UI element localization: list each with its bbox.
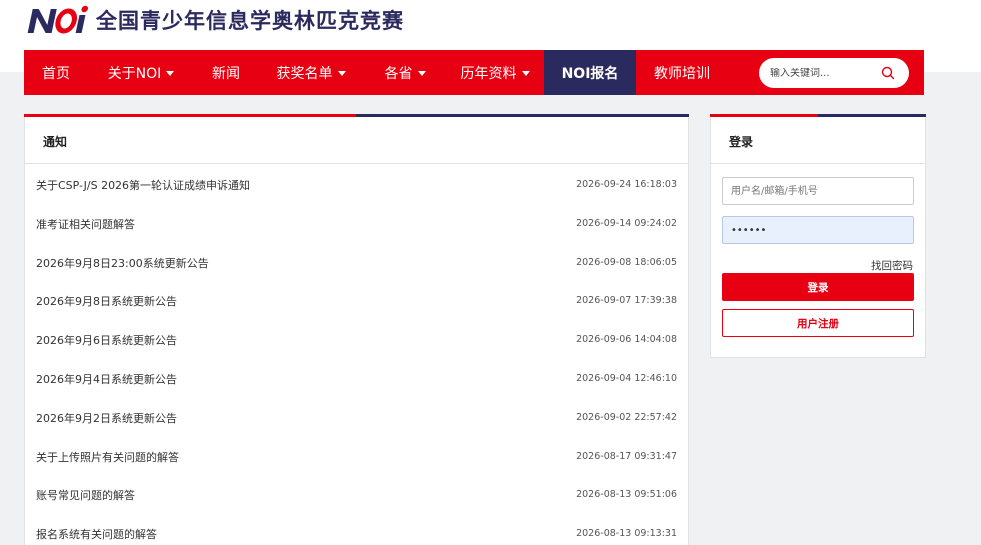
notice-item-date: 2026-09-24 16:18:03 — [576, 179, 677, 190]
nav-label: 新闻 — [212, 65, 240, 82]
notice-item[interactable]: 2026年9月8日23:00系统更新公告 2026-09-08 18:06:05 — [36, 255, 677, 294]
nav-label: 各省 — [384, 65, 413, 82]
nav-label: 关于NOI — [107, 65, 162, 82]
notice-item-title[interactable]: 2026年9月6日系统更新公告 — [36, 332, 177, 348]
notice-item-date: 2026-09-07 17:39:38 — [576, 295, 677, 307]
notice-item[interactable]: 2026年9月2日系统更新公告 2026-09-02 22:57:42 — [36, 410, 677, 449]
login-button[interactable]: 登录 — [722, 273, 914, 301]
main-nav: 首页 关于NOI 新闻 获奖名单 各省 历年资料 NOI报名 教师培训 — [24, 50, 924, 95]
notice-item-date: 2026-08-13 09:51:06 — [576, 489, 677, 501]
nav-item-about[interactable]: 关于NOI — [88, 50, 194, 95]
forgot-password-link[interactable]: 找回密码 — [871, 258, 913, 273]
notice-title: 通知 — [43, 135, 68, 149]
notice-item-title[interactable]: 2026年9月2日系统更新公告 — [36, 410, 177, 426]
nav-item-teacher-training[interactable]: 教师培训 — [636, 50, 728, 95]
login-title: 登录 — [729, 135, 754, 149]
notice-item-date: 2026-09-04 12:46:10 — [576, 372, 677, 384]
notice-item-title[interactable]: 报名系统有关问题的解答 — [36, 526, 157, 542]
register-button[interactable]: 用户注册 — [722, 309, 914, 337]
notice-item[interactable]: 准考证相关问题解答 2026-09-14 09:24:02 — [36, 216, 677, 255]
notice-panel: 通知 关于CSP-J/S 2026第一轮认证成绩申诉通知 2026-09-24 … — [24, 114, 689, 545]
notice-item-date: 2026-09-08 18:06:05 — [576, 256, 677, 268]
notice-item-title[interactable]: 2026年9月8日系统更新公告 — [36, 293, 177, 309]
nav-item-provinces[interactable]: 各省 — [364, 50, 446, 95]
notice-item-date: 2026-09-02 22:57:42 — [576, 411, 677, 423]
notice-item-title[interactable]: 准考证相关问题解答 — [36, 216, 135, 232]
chevron-down-icon — [337, 71, 346, 76]
nav-label: 首页 — [42, 65, 70, 82]
notice-item-title[interactable]: 2026年9月8日23:00系统更新公告 — [36, 255, 209, 271]
nav-label: 教师培训 — [654, 65, 710, 82]
search-input[interactable] — [770, 67, 880, 79]
password-input[interactable] — [722, 216, 914, 244]
site-title: 全国青少年信息学奥林匹克竞赛 — [96, 9, 404, 33]
chevron-down-icon — [417, 71, 426, 76]
nav-label: NOI报名 — [561, 65, 619, 82]
panel-accent-line — [710, 114, 926, 117]
notice-item-date: 2026-08-13 09:13:31 — [576, 528, 677, 540]
notice-item[interactable]: 2026年9月4日系统更新公告 2026-09-04 12:46:10 — [36, 371, 677, 410]
site-logo[interactable]: 全国青少年信息学奥林匹克竞赛 — [26, 2, 404, 38]
nav-item-noi-signup[interactable]: NOI报名 — [544, 50, 636, 95]
chevron-down-icon — [166, 71, 175, 76]
search-box — [759, 58, 909, 88]
divider — [25, 163, 688, 164]
noi-logo-icon — [27, 5, 88, 34]
notice-item[interactable]: 关于CSP-J/S 2026第一轮认证成绩申诉通知 2026-09-24 16:… — [36, 177, 677, 216]
nav-item-archives[interactable]: 历年资料 — [446, 50, 544, 95]
username-input[interactable] — [722, 177, 914, 205]
notice-list: 关于CSP-J/S 2026第一轮认证成绩申诉通知 2026-09-24 16:… — [36, 177, 677, 545]
notice-item-title[interactable]: 关于CSP-J/S 2026第一轮认证成绩申诉通知 — [36, 177, 250, 193]
notice-item-title[interactable]: 账号常见问题的解答 — [36, 487, 135, 503]
notice-item-date: 2026-09-06 14:04:08 — [576, 334, 677, 346]
notice-item-title[interactable]: 关于上传照片有关问题的解答 — [36, 449, 179, 465]
nav-item-home[interactable]: 首页 — [24, 50, 88, 95]
nav-item-awards[interactable]: 获奖名单 — [258, 50, 364, 95]
notice-item-date: 2026-08-17 09:31:47 — [576, 450, 677, 462]
nav-label: 获奖名单 — [276, 65, 333, 82]
chevron-down-icon — [521, 71, 530, 76]
notice-item[interactable]: 2026年9月6日系统更新公告 2026-09-06 14:04:08 — [36, 332, 677, 371]
notice-item[interactable]: 2026年9月8日系统更新公告 2026-09-07 17:39:38 — [36, 293, 677, 332]
notice-item-date: 2026-09-14 09:24:02 — [576, 217, 677, 229]
notice-item[interactable]: 关于上传照片有关问题的解答 2026-08-17 09:31:47 — [36, 449, 677, 488]
notice-item-title[interactable]: 2026年9月4日系统更新公告 — [36, 371, 177, 387]
login-panel: 登录 找回密码 登录 用户注册 — [710, 114, 926, 358]
panel-accent-line — [24, 114, 689, 117]
notice-item[interactable]: 账号常见问题的解答 2026-08-13 09:51:06 — [36, 487, 677, 526]
nav-label: 历年资料 — [460, 65, 517, 82]
search-icon[interactable] — [881, 66, 895, 80]
nav-item-news[interactable]: 新闻 — [194, 50, 258, 95]
divider — [711, 163, 925, 164]
notice-item[interactable]: 报名系统有关问题的解答 2026-08-13 09:13:31 — [36, 526, 677, 545]
